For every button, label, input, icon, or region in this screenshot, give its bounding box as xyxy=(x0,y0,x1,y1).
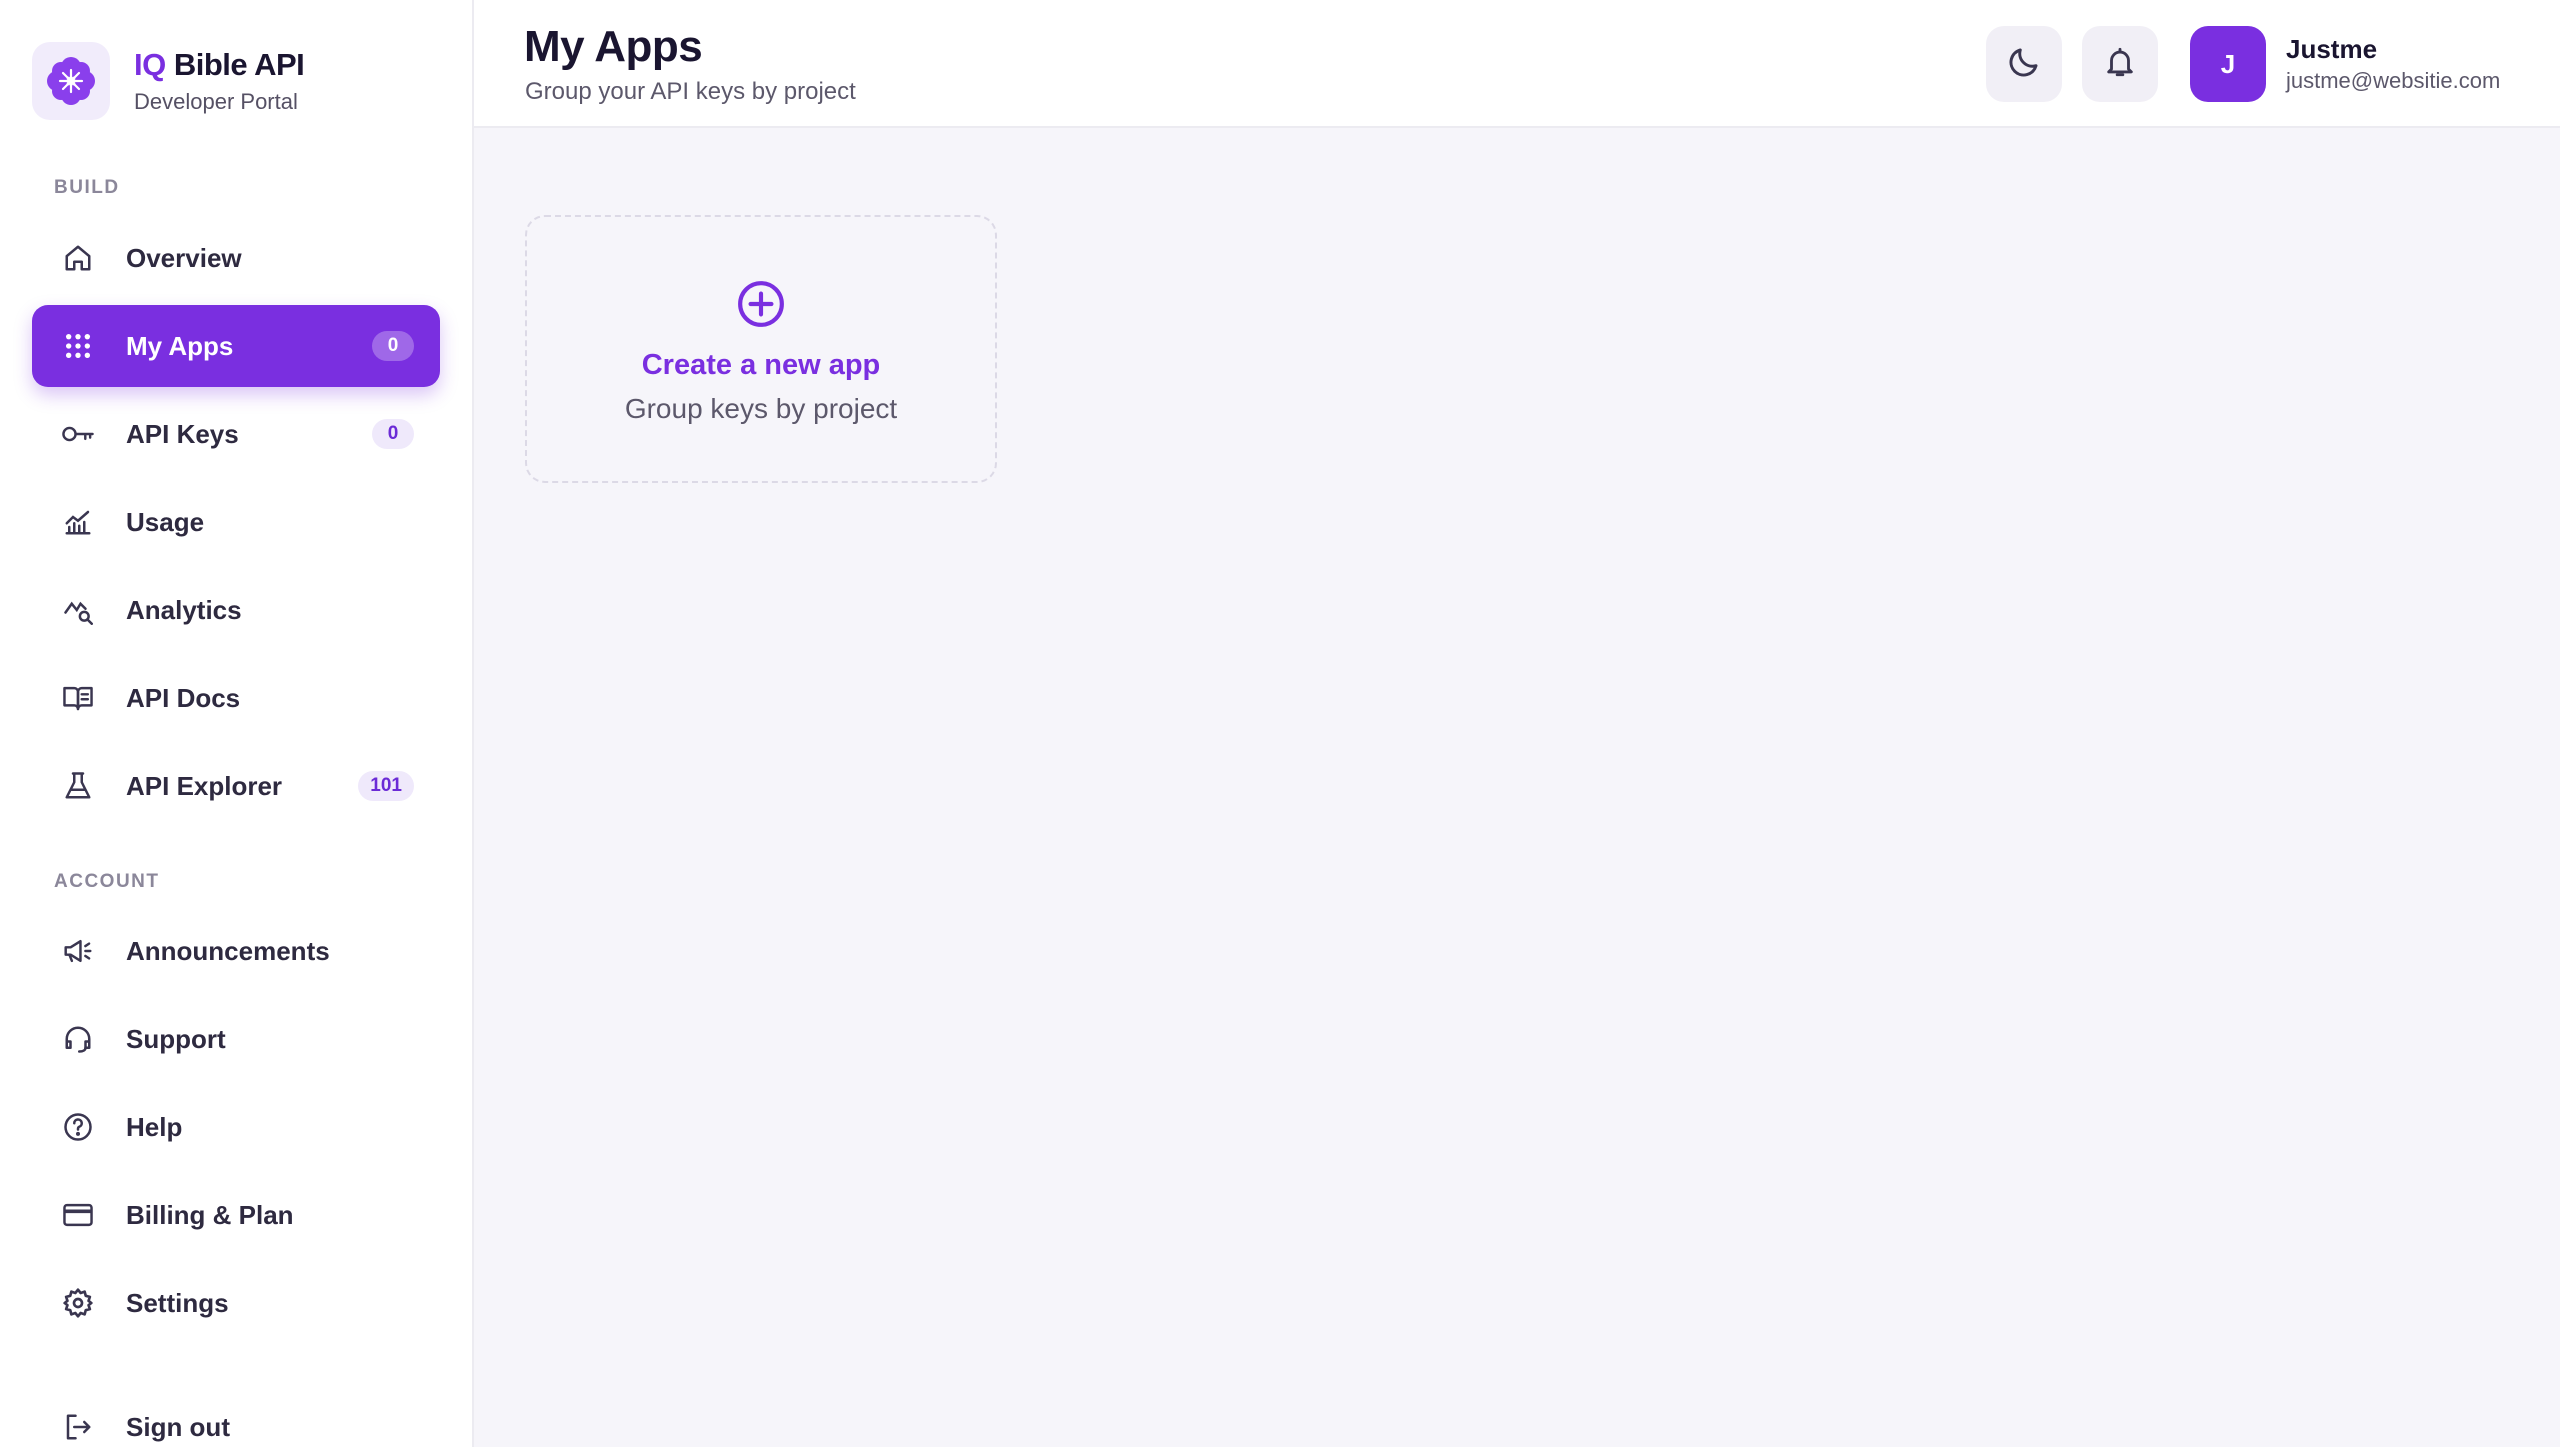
headset-icon xyxy=(58,1019,98,1059)
bell-icon xyxy=(2103,44,2137,85)
sidebar-item-overview[interactable]: Overview xyxy=(32,217,440,299)
sidebar-item-label: Announcements xyxy=(126,935,330,966)
sidebar-item-my-apps[interactable]: My Apps 0 xyxy=(32,305,440,387)
sidebar-item-announcements[interactable]: Announcements xyxy=(32,910,440,992)
page-title: My Apps xyxy=(524,22,703,71)
create-app-subtitle: Group keys by project xyxy=(624,393,898,424)
sidebar-item-label: Support xyxy=(126,1023,226,1054)
top-header: My Apps Group your API keys by project J… xyxy=(474,0,2560,128)
megaphone-icon xyxy=(58,931,98,971)
sidebar: IQ Bible API Developer Portal BUILD Over… xyxy=(0,0,474,1447)
sidebar-item-settings[interactable]: Settings xyxy=(32,1262,440,1344)
sidebar-item-label: Sign out xyxy=(126,1411,230,1442)
sidebar-item-usage[interactable]: Usage xyxy=(32,481,440,563)
sidebar-item-label: Settings xyxy=(126,1287,229,1318)
brand-title-rest: Bible API xyxy=(165,47,305,82)
book-icon xyxy=(58,678,98,718)
sidebar-item-api-keys[interactable]: API Keys 0 xyxy=(32,393,440,475)
sidebar-item-api-explorer[interactable]: API Explorer 101 xyxy=(32,745,440,827)
create-app-card[interactable]: Create a new app Group keys by project xyxy=(525,215,997,483)
theme-toggle-button[interactable] xyxy=(1986,26,2062,102)
count-badge: 0 xyxy=(372,331,414,361)
key-icon xyxy=(58,414,98,454)
moon-icon xyxy=(2006,44,2042,85)
plus-circle-icon xyxy=(736,279,786,329)
section-label-build: BUILD xyxy=(54,177,120,198)
avatar[interactable]: J xyxy=(2190,26,2266,102)
sidebar-item-label: Billing & Plan xyxy=(126,1199,294,1230)
grid-icon xyxy=(58,326,98,366)
brand-title: IQ Bible API xyxy=(134,47,305,83)
sidebar-item-analytics[interactable]: Analytics xyxy=(32,569,440,651)
sidebar-item-label: Help xyxy=(126,1111,183,1142)
sidebar-item-billing[interactable]: Billing & Plan xyxy=(32,1174,440,1256)
credit-card-icon xyxy=(58,1195,98,1235)
sidebar-item-label: API Keys xyxy=(126,418,239,449)
count-badge: 0 xyxy=(372,419,414,449)
brand-subtitle: Developer Portal xyxy=(134,89,298,114)
sign-out-icon xyxy=(58,1407,98,1447)
sidebar-item-sign-out[interactable]: Sign out xyxy=(32,1386,440,1447)
sidebar-item-label: Analytics xyxy=(126,594,242,625)
logo-icon xyxy=(32,42,110,120)
home-icon xyxy=(58,238,98,278)
count-badge: 101 xyxy=(358,771,414,801)
flask-icon xyxy=(58,766,98,806)
analytics-icon xyxy=(58,590,98,630)
section-label-account: ACCOUNT xyxy=(54,871,160,892)
sidebar-item-label: My Apps xyxy=(126,330,234,361)
gear-icon xyxy=(58,1283,98,1323)
sidebar-item-support[interactable]: Support xyxy=(32,998,440,1080)
sidebar-item-label: API Explorer xyxy=(126,770,283,801)
sidebar-item-label: Overview xyxy=(126,242,242,273)
sidebar-item-api-docs[interactable]: API Docs xyxy=(32,657,440,739)
notifications-button[interactable] xyxy=(2082,26,2158,102)
brand[interactable]: IQ Bible API Developer Portal xyxy=(32,42,305,120)
help-icon xyxy=(58,1107,98,1147)
chart-icon xyxy=(58,502,98,542)
user-name: Justme xyxy=(2286,34,2378,64)
sidebar-item-label: Usage xyxy=(126,506,205,537)
user-email: justme@websitie.com xyxy=(2286,68,2501,93)
create-app-title: Create a new app xyxy=(641,349,881,381)
sidebar-item-label: API Docs xyxy=(126,682,241,713)
brand-title-prefix: IQ xyxy=(134,47,166,82)
sidebar-item-help[interactable]: Help xyxy=(32,1086,440,1168)
page-subtitle: Group your API keys by project xyxy=(525,78,856,105)
